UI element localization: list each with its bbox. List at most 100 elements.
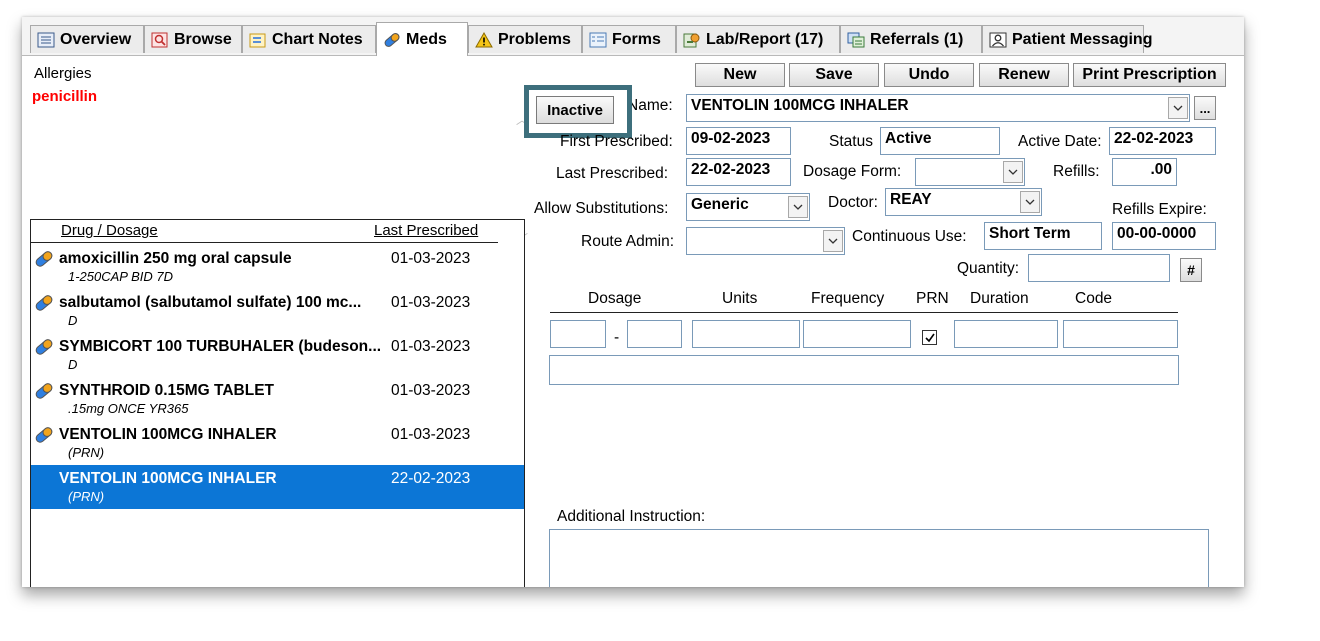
tab-overview[interactable]: Overview — [30, 25, 144, 53]
referrals-icon — [847, 32, 865, 47]
drug-sig: D — [68, 357, 78, 372]
tab-meds[interactable]: Meds — [376, 22, 468, 56]
additional-instruction-label: Additional Instruction: — [557, 508, 706, 525]
units-header: Units — [722, 290, 758, 307]
frequency-header: Frequency — [811, 290, 885, 307]
chevron-down-icon[interactable] — [1003, 161, 1023, 183]
drug-row[interactable]: amoxicillin 250 mg oral capsule 01-03-20… — [31, 245, 524, 289]
tab-label: Referrals (1) — [870, 30, 964, 48]
chevron-down-icon[interactable] — [1168, 97, 1188, 119]
medication-name-value: VENTOLIN 100MCG INHALER — [691, 97, 909, 114]
active-date-field[interactable]: 22-02-2023 — [1109, 127, 1216, 155]
code-input[interactable] — [1063, 320, 1178, 348]
chevron-down-icon[interactable] — [823, 230, 843, 252]
allergies-label: Allergies — [34, 65, 92, 82]
frequency-input[interactable] — [803, 320, 911, 348]
code-header: Code — [1075, 290, 1113, 307]
browse-icon — [151, 32, 168, 47]
drug-name: amoxicillin 250 mg oral capsule — [59, 250, 292, 267]
drug-row[interactable]: SYMBICORT 100 TURBUHALER (budeson... 01-… — [31, 333, 524, 377]
allow-substitutions-combo[interactable]: Generic — [686, 193, 810, 221]
new-button[interactable]: New — [695, 63, 785, 87]
first-prescribed-field[interactable]: 09-02-2023 — [686, 127, 791, 155]
drug-row[interactable]: VENTOLIN 100MCG INHALER 01-03-2023 (PRN) — [31, 421, 524, 465]
medication-name-combo[interactable]: VENTOLIN 100MCG INHALER — [686, 94, 1190, 122]
refills-field[interactable]: .00 — [1112, 158, 1177, 186]
chevron-down-icon[interactable] — [788, 196, 808, 218]
tab-patient-messaging[interactable]: Patient Messaging — [982, 25, 1152, 53]
drug-name: salbutamol (salbutamol sulfate) 100 mc..… — [59, 294, 362, 311]
drug-sig: 1-250CAP BID 7D — [68, 269, 174, 284]
doctor-combo[interactable]: REAY — [885, 188, 1042, 216]
route-admin-label: Route Admin: — [581, 233, 675, 250]
continuous-use-field[interactable]: Short Term — [984, 222, 1102, 250]
tab-label: Overview — [60, 30, 132, 48]
drug-row[interactable]: SYNTHROID 0.15MG TABLET 01-03-2023 .15mg… — [31, 377, 524, 421]
drug-dosage-header[interactable]: Drug / Dosage — [61, 222, 158, 239]
tab-problems[interactable]: Problems — [468, 25, 582, 53]
last-prescribed-header[interactable]: Last Prescribed — [374, 222, 478, 239]
prn-header: PRN — [916, 290, 949, 307]
medication-window: Overview Browse Chart Notes Meds Problem… — [22, 17, 1244, 587]
tab-label: Patient Messaging — [1012, 30, 1153, 48]
drug-list: Drug / Dosage Last Prescribed amoxicilli… — [30, 219, 525, 587]
refills-expire-field[interactable]: 00-00-0000 — [1112, 222, 1216, 250]
dosage-to-input[interactable] — [627, 320, 682, 348]
quantity-field[interactable] — [1028, 254, 1170, 282]
dosage-form-combo[interactable] — [915, 158, 1025, 186]
ellipsis-button[interactable]: ... — [1194, 96, 1216, 120]
tab-label: Browse — [174, 30, 232, 48]
drug-name: VENTOLIN 100MCG INHALER — [59, 470, 277, 487]
tab-label: Meds — [406, 30, 447, 48]
drug-date: 01-03-2023 — [391, 294, 471, 311]
print-prescription-button[interactable]: Print Prescription — [1073, 63, 1226, 87]
pill-icon — [384, 32, 400, 47]
last-prescribed-field[interactable]: 22-02-2023 — [686, 158, 791, 186]
tab-browse[interactable]: Browse — [144, 25, 242, 53]
duration-input[interactable] — [954, 320, 1058, 348]
dosage-from-input[interactable] — [550, 320, 606, 348]
highlight-box — [524, 85, 632, 138]
chevron-down-icon[interactable] — [1020, 191, 1040, 213]
drug-row-selected[interactable]: VENTOLIN 100MCG INHALER 22-02-2023 (PRN) — [31, 465, 524, 509]
drug-name: VENTOLIN 100MCG INHALER — [59, 426, 277, 443]
drug-row[interactable]: salbutamol (salbutamol sulfate) 100 mc..… — [31, 289, 524, 333]
duration-header: Duration — [970, 290, 1029, 307]
save-button[interactable]: Save — [789, 63, 879, 87]
drug-date: 22-02-2023 — [391, 470, 471, 487]
tab-forms[interactable]: Forms — [582, 25, 676, 53]
drug-date: 01-03-2023 — [391, 250, 471, 267]
refills-expire-label: Refills Expire: — [1112, 201, 1207, 218]
chart-notes-icon — [249, 33, 266, 47]
additional-instruction-textarea[interactable] — [549, 529, 1209, 587]
tab-label: Forms — [612, 30, 661, 48]
dosage-grid-divider — [550, 312, 1178, 313]
tab-chart-notes[interactable]: Chart Notes — [242, 25, 376, 53]
directions-input[interactable] — [549, 355, 1179, 385]
status-field[interactable]: Active — [880, 127, 1000, 155]
forms-icon — [589, 32, 607, 47]
doctor-value: REAY — [890, 191, 932, 208]
hash-button[interactable]: # — [1180, 258, 1202, 282]
renew-button[interactable]: Renew — [979, 63, 1069, 87]
tab-referrals[interactable]: Referrals (1) — [840, 25, 982, 53]
allow-substitutions-label: Allow Substitutions: — [534, 200, 669, 217]
drug-date: 01-03-2023 — [391, 382, 471, 399]
pill-icon — [35, 295, 53, 311]
route-admin-combo[interactable] — [686, 227, 845, 255]
dosage-form-label: Dosage Form: — [803, 163, 902, 180]
tab-bar: Overview Browse Chart Notes Meds Problem… — [22, 17, 1244, 56]
prn-checkbox[interactable] — [922, 330, 937, 345]
pill-icon — [35, 339, 53, 355]
warning-icon — [475, 31, 493, 47]
undo-button[interactable]: Undo — [884, 63, 974, 87]
tab-label: Chart Notes — [272, 30, 363, 48]
quantity-label: Quantity: — [957, 260, 1020, 277]
dosage-dash: - — [614, 329, 620, 346]
units-input[interactable] — [692, 320, 800, 348]
tab-lab-report[interactable]: Lab/Report (17) — [676, 25, 840, 53]
allergy-value: penicillin — [32, 88, 98, 105]
drug-sig: (PRN) — [68, 489, 105, 504]
allow-substitutions-value: Generic — [691, 196, 749, 213]
checkmark-icon — [924, 333, 935, 342]
